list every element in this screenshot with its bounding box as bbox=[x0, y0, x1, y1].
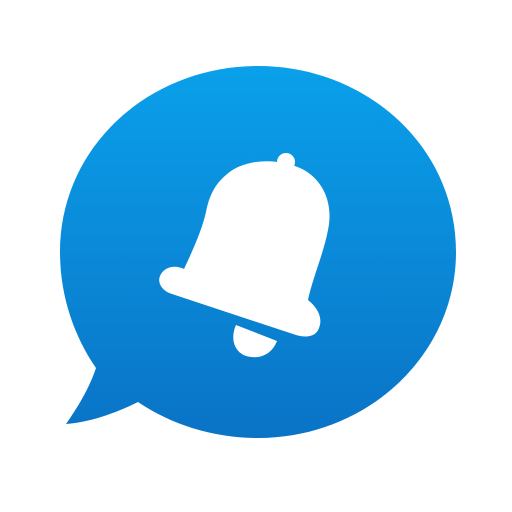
app-icon bbox=[0, 0, 512, 512]
app-icon-svg bbox=[60, 66, 456, 438]
